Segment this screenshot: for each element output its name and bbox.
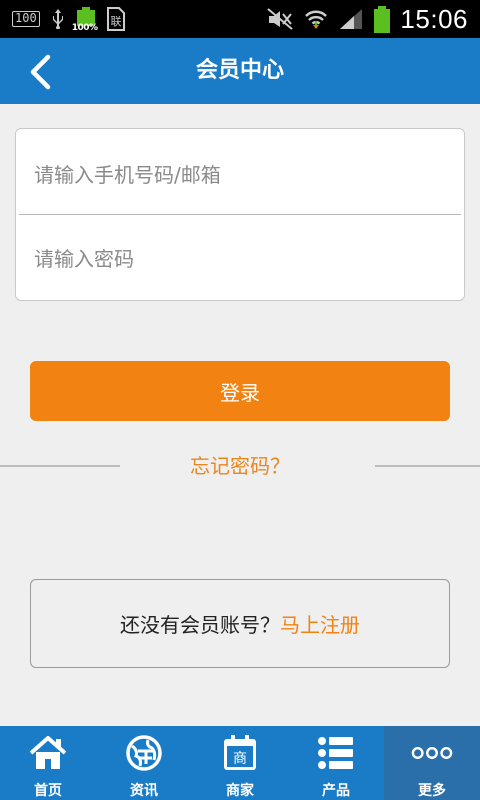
notification-badge: 100 [12, 11, 40, 27]
status-bar-left: 100 100% 联 [12, 7, 126, 33]
usb-icon [52, 9, 63, 29]
mute-icon [267, 8, 294, 30]
nav-item-products[interactable]: 产品 [288, 726, 384, 800]
list-icon [318, 737, 353, 769]
battery-percent-label: 100% [71, 23, 98, 33]
nav-item-news[interactable]: 资讯 [96, 726, 192, 800]
battery-full-icon: 100% [72, 7, 98, 33]
chevron-left-icon [30, 54, 51, 90]
phone-email-input[interactable] [34, 145, 454, 205]
globe-icon [126, 735, 162, 771]
document-icon: 联 [106, 7, 125, 31]
more-dots-icon [411, 747, 453, 759]
nav-item-merchant[interactable]: 商 商家 [192, 726, 288, 800]
nav-label-news: 资讯 [130, 783, 158, 799]
back-button[interactable] [20, 52, 60, 92]
status-bar-right: 15:06 [266, 4, 468, 35]
forgot-password-row: 忘记密码？ [0, 448, 480, 484]
page-title: 会员中心 [195, 58, 284, 83]
home-icon [29, 736, 67, 769]
wifi-icon [305, 10, 328, 29]
bottom-nav: 首页 资讯 商 商家 产品 更多 [0, 726, 480, 800]
nav-item-home[interactable]: 首页 [0, 726, 96, 800]
battery-icon [374, 5, 391, 33]
nav-label-merchant: 商家 [226, 783, 254, 799]
divider-line-right [375, 465, 480, 467]
merchant-icon-glyph: 商 [233, 751, 247, 767]
signal-icon [340, 9, 363, 29]
login-form-card [15, 128, 465, 301]
nav-label-more: 更多 [418, 783, 446, 799]
register-prompt-box: 还没有会员账号？ 马上注册 [30, 579, 450, 668]
merchant-calendar-icon: 商 [224, 735, 256, 770]
app-header: 会员中心 [0, 38, 480, 104]
password-input[interactable] [34, 229, 454, 289]
nav-item-more[interactable]: 更多 [384, 726, 480, 800]
form-divider [19, 214, 461, 215]
nav-label-products: 产品 [322, 783, 350, 799]
status-time: 15:06 [400, 3, 468, 34]
nav-label-home: 首页 [34, 783, 62, 799]
document-icon-glyph: 联 [110, 15, 121, 28]
status-bar: 100 100% 联 15:06 [0, 0, 480, 38]
register-link[interactable]: 马上注册 [280, 609, 360, 638]
login-button[interactable]: 登录 [30, 361, 450, 421]
register-prompt-text: 还没有会员账号？ [120, 613, 280, 637]
